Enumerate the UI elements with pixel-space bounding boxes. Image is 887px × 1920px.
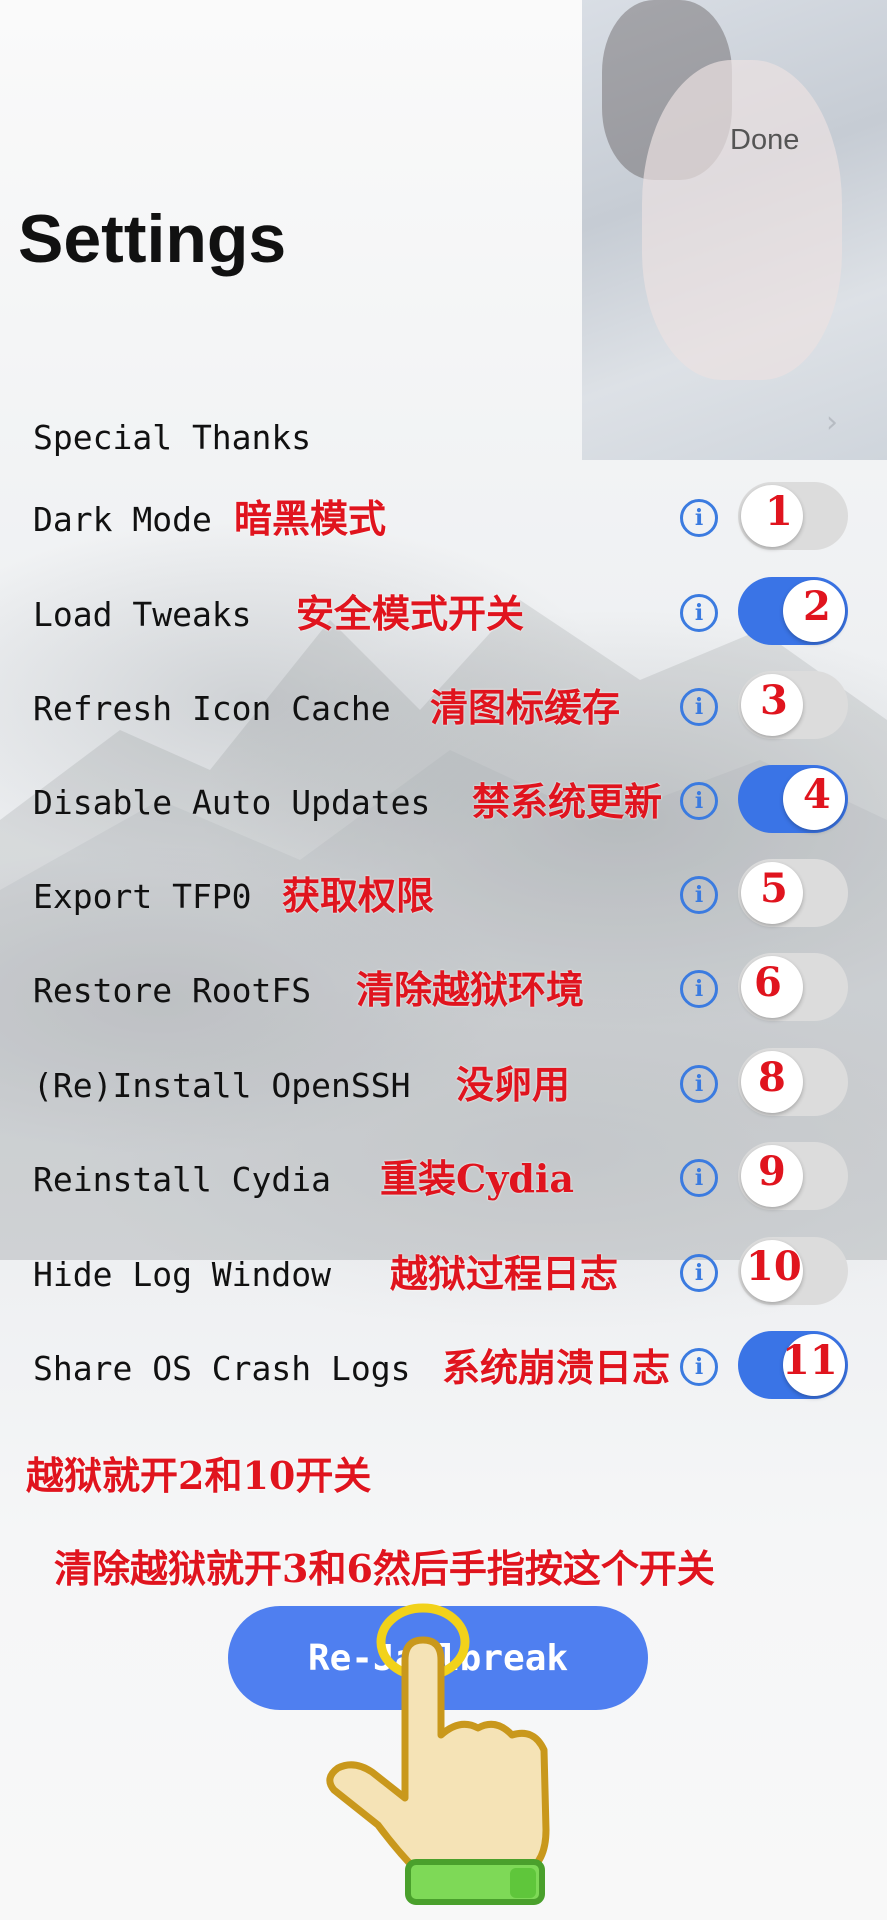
annotation-note: 系统崩溃日志 — [442, 1345, 671, 1390]
setting-row-hide-log-window: Hide Log Window 越狱过程日志 i 10 — [0, 1237, 887, 1307]
annotation-note: 清图标缓存 — [430, 685, 621, 730]
annotation-note: 禁系统更新 — [472, 779, 663, 824]
toggle-switch[interactable]: 2 — [738, 577, 848, 645]
setting-row-load-tweaks: Load Tweaks 安全模式开关 i 2 — [0, 577, 887, 647]
setting-label: Share OS Crash Logs — [33, 1349, 411, 1388]
setting-row-install-openssh: (Re)Install OpenSSH 没卵用 i 8 — [0, 1048, 887, 1118]
pointing-hand-icon — [326, 1603, 550, 1905]
toggle-switch[interactable]: 5 — [738, 859, 848, 927]
badge-number: 5 — [760, 865, 788, 912]
setting-row-export-tfp0: Export TFP0 获取权限 i 5 — [0, 859, 887, 929]
info-icon[interactable]: i — [680, 1348, 718, 1386]
toggle-switch[interactable]: 11 — [738, 1331, 848, 1399]
badge-number: 10 — [746, 1243, 802, 1290]
info-icon[interactable]: i — [680, 970, 718, 1008]
annotation-note: 清除越狱环境 — [356, 967, 585, 1012]
special-thanks-row[interactable]: Special Thanks — [0, 400, 887, 470]
setting-row-dark-mode: Dark Mode 暗黑模式 i 1 — [0, 482, 887, 552]
setting-label: Disable Auto Updates — [33, 783, 431, 822]
toggle-switch[interactable]: 6 — [738, 953, 848, 1021]
info-icon[interactable]: i — [680, 1065, 718, 1103]
info-icon[interactable]: i — [680, 1254, 718, 1292]
badge-number: 2 — [803, 583, 831, 630]
setting-label: Reinstall Cydia — [33, 1160, 332, 1199]
annotation-note: 获取权限 — [282, 873, 435, 918]
setting-label: Hide Log Window — [33, 1255, 332, 1294]
info-icon[interactable]: i — [680, 1159, 718, 1197]
badge-number: 9 — [758, 1148, 786, 1195]
setting-row-reinstall-cydia: Reinstall Cydia 重装Cydia i 9 — [0, 1142, 887, 1212]
photo-overlay — [582, 0, 887, 460]
info-icon[interactable]: i — [680, 782, 718, 820]
badge-number: 3 — [760, 677, 788, 724]
setting-label: Dark Mode — [33, 500, 212, 539]
done-button[interactable]: Done — [730, 124, 799, 157]
setting-row-disable-auto-updates: Disable Auto Updates 禁系统更新 i 4 — [0, 765, 887, 835]
setting-row-share-os-crash-logs: Share OS Crash Logs 系统崩溃日志 i 11 — [0, 1331, 887, 1401]
setting-label: (Re)Install OpenSSH — [33, 1066, 411, 1105]
annotation-note: 没卵用 — [456, 1062, 571, 1107]
info-icon[interactable]: i — [680, 876, 718, 914]
instruction-line-2: 清除越狱就开3和6然后手指按这个开关 — [54, 1546, 715, 1591]
toggle-switch[interactable]: 3 — [738, 671, 848, 739]
special-thanks-label: Special Thanks — [33, 418, 312, 457]
info-icon[interactable]: i — [680, 499, 718, 537]
annotation-note: 暗黑模式 — [234, 496, 387, 541]
info-icon[interactable]: i — [680, 688, 718, 726]
annotation-note: 重装Cydia — [380, 1156, 574, 1201]
badge-number: 4 — [803, 771, 831, 818]
instruction-line-1: 越狱就开2和10开关 — [26, 1453, 372, 1498]
setting-label: Load Tweaks — [33, 595, 252, 634]
badge-number: 8 — [758, 1054, 786, 1101]
setting-row-restore-rootfs: Restore RootFS 清除越狱环境 i 6 — [0, 953, 887, 1023]
annotation-note: 越狱过程日志 — [390, 1251, 619, 1296]
toggle-switch[interactable]: 1 — [738, 482, 848, 550]
toggle-switch[interactable]: 8 — [738, 1048, 848, 1116]
toggle-switch[interactable]: 10 — [738, 1237, 848, 1305]
annotation-note: 安全模式开关 — [296, 591, 525, 636]
badge-number: 6 — [754, 959, 782, 1006]
setting-label: Export TFP0 — [33, 877, 252, 916]
setting-label: Refresh Icon Cache — [33, 689, 391, 728]
toggle-switch[interactable]: 9 — [738, 1142, 848, 1210]
toggle-switch[interactable]: 4 — [738, 765, 848, 833]
page-title: Settings — [18, 201, 287, 277]
setting-row-refresh-icon-cache: Refresh Icon Cache 清图标缓存 i 3 — [0, 671, 887, 741]
badge-number: 11 — [782, 1337, 838, 1384]
badge-number: 1 — [765, 488, 793, 535]
info-icon[interactable]: i — [680, 594, 718, 632]
setting-label: Restore RootFS — [33, 971, 312, 1010]
